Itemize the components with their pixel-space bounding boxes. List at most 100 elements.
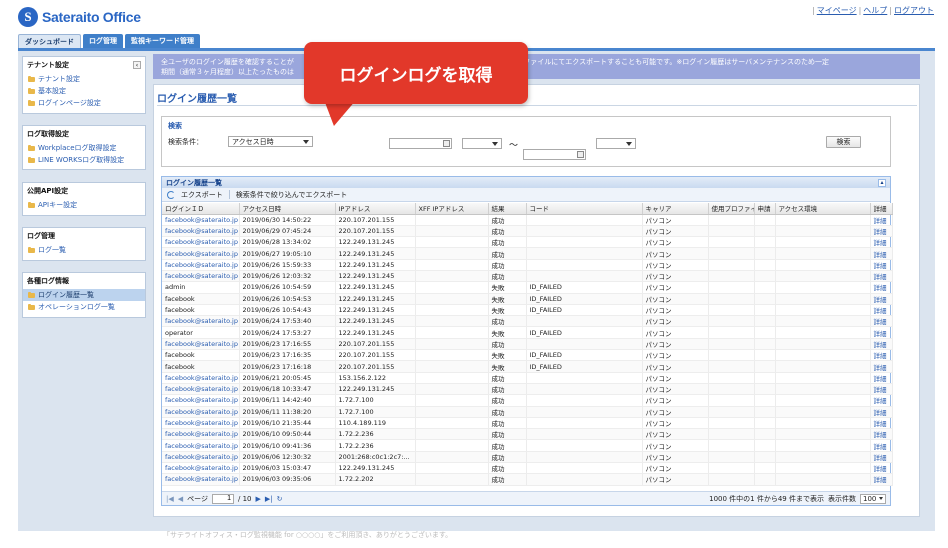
detail-link[interactable]: 詳細: [870, 383, 893, 396]
column-header-carrier[interactable]: キャリア: [642, 203, 709, 215]
detail-link[interactable]: 詳細: [870, 326, 893, 339]
access-time-cell: 2019/06/24 17:53:40: [239, 315, 336, 328]
search-condition-select[interactable]: アクセス日時: [228, 136, 313, 147]
detail-link[interactable]: 詳細: [870, 462, 893, 475]
per-page-select[interactable]: 100: [860, 493, 886, 504]
column-header-request[interactable]: 申請: [754, 203, 776, 215]
ip-cell: 122.249.131.245: [335, 315, 416, 328]
next-page-icon[interactable]: ▶: [256, 495, 261, 503]
sidebar-item-operation-log[interactable]: オペレーションログ一覧: [23, 301, 145, 313]
mypage-link[interactable]: マイページ: [817, 6, 857, 15]
sidebar-item-basic-settings[interactable]: 基本設定: [23, 85, 145, 97]
table-row[interactable]: facebook 2019/06/23 17:16:35 220.107.201.1…: [162, 349, 893, 362]
detail-link[interactable]: 詳細: [870, 349, 893, 362]
xff-ip-cell: [415, 214, 489, 226]
search-button[interactable]: 検索: [826, 136, 861, 148]
detail-link[interactable]: 詳細: [870, 270, 893, 283]
detail-link[interactable]: 詳細: [870, 372, 893, 384]
table-row[interactable]: admin 2019/06/26 10:54:59 122.249.131.245 失…: [162, 281, 893, 294]
calendar-icon[interactable]: [443, 140, 450, 147]
detail-link[interactable]: 詳細: [870, 439, 893, 452]
column-header-access-time[interactable]: アクセス日時: [239, 203, 336, 215]
detail-link[interactable]: 詳細: [870, 360, 893, 373]
table-row[interactable]: facebook@sateraito.jp 2019/06/10 21:35:44…: [162, 417, 893, 430]
refresh-icon[interactable]: [167, 190, 175, 199]
help-link[interactable]: ヘルプ: [863, 6, 887, 15]
sidebar-item-tenant-settings[interactable]: テナント設定: [23, 73, 145, 85]
column-header-environment[interactable]: アクセス環境: [775, 203, 871, 215]
sidebar-item-login-history[interactable]: ログイン履歴一覧: [23, 289, 145, 301]
table-row[interactable]: facebook@sateraito.jp 2019/06/23 17:16:55…: [162, 338, 893, 351]
table-row[interactable]: facebook@sateraito.jp 2019/06/11 11:38:20…: [162, 406, 893, 418]
sidebar-item-lineworks-log[interactable]: LINE WORKSログ取得設定: [23, 154, 145, 166]
tab-log-management[interactable]: ログ管理: [83, 34, 123, 48]
detail-link[interactable]: 詳細: [870, 417, 893, 430]
export-button[interactable]: エクスポート: [181, 190, 223, 200]
detail-link[interactable]: 詳細: [870, 214, 893, 226]
table-row[interactable]: facebook@sateraito.jp 2019/06/10 09:41:36…: [162, 439, 893, 452]
sidebar-item-workplace-log[interactable]: Workplaceログ取得設定: [23, 142, 145, 154]
detail-link[interactable]: 詳細: [870, 428, 893, 441]
table-row[interactable]: facebook 2019/06/26 10:54:53 122.249.131.2…: [162, 293, 893, 305]
date-to-input[interactable]: [523, 149, 586, 160]
column-header-detail[interactable]: 詳細: [870, 203, 893, 215]
detail-link[interactable]: 詳細: [870, 281, 893, 294]
detail-link[interactable]: 詳細: [870, 247, 893, 260]
column-header-login-id[interactable]: ログインＩＤ: [162, 203, 240, 215]
table-row[interactable]: facebook@sateraito.jp 2019/06/30 14:50:22…: [162, 214, 893, 226]
table-row[interactable]: facebook@sateraito.jp 2019/06/06 12:30:32…: [162, 451, 893, 464]
logout-link[interactable]: ログアウト: [894, 6, 934, 15]
sidebar-item-log-list[interactable]: ログ一覧: [23, 244, 145, 256]
ip-cell: 2001:268:c0c1:2c7:...: [335, 451, 416, 464]
first-page-icon[interactable]: |◀: [166, 495, 174, 503]
tab-dashboard[interactable]: ダッシュボード: [18, 34, 81, 48]
sidebar-section-title: 各種ログ情報: [27, 277, 69, 285]
table-row[interactable]: facebook 2019/06/23 17:16:18 220.107.201.1…: [162, 360, 893, 373]
calendar-icon[interactable]: [577, 151, 584, 158]
table-row[interactable]: facebook@sateraito.jp 2019/06/11 14:42:40…: [162, 394, 893, 407]
detail-link[interactable]: 詳細: [870, 259, 893, 271]
time-to-select[interactable]: [596, 138, 636, 149]
column-header-profile[interactable]: 使用プロファイル: [708, 203, 755, 215]
last-page-icon[interactable]: ▶|: [265, 495, 273, 503]
detail-link[interactable]: 詳細: [870, 236, 893, 249]
table-row[interactable]: facebook@sateraito.jp 2019/06/18 10:33:47…: [162, 383, 893, 396]
sidebar-item-login-page-settings[interactable]: ログインページ設定: [23, 97, 145, 109]
reload-icon[interactable]: ↻: [277, 495, 283, 503]
column-header-result[interactable]: 結果: [488, 203, 527, 215]
table-row[interactable]: facebook@sateraito.jp 2019/06/10 09:50:44…: [162, 428, 893, 441]
column-header-xff-ip[interactable]: XFF IPアドレス: [415, 203, 489, 215]
detail-link[interactable]: 詳細: [870, 406, 893, 418]
table-row[interactable]: operator 2019/06/24 17:53:27 122.249.131.2…: [162, 326, 893, 339]
table-row[interactable]: facebook@sateraito.jp 2019/06/29 07:45:24…: [162, 225, 893, 238]
table-row[interactable]: facebook@sateraito.jp 2019/06/03 09:35:06…: [162, 473, 893, 486]
table-row[interactable]: facebook@sateraito.jp 2019/06/26 15:59:33…: [162, 259, 893, 271]
table-row[interactable]: facebook 2019/06/26 10:54:43 122.249.131.2…: [162, 304, 893, 317]
detail-link[interactable]: 詳細: [870, 451, 893, 464]
detail-link[interactable]: 詳細: [870, 338, 893, 351]
column-header-ip[interactable]: IPアドレス: [335, 203, 416, 215]
table-row[interactable]: facebook@sateraito.jp 2019/06/27 19:05:10…: [162, 247, 893, 260]
detail-link[interactable]: 詳細: [870, 473, 893, 486]
table-row[interactable]: facebook@sateraito.jp 2019/06/03 15:03:47…: [162, 462, 893, 475]
tab-keyword-management[interactable]: 監視キーワード管理: [125, 34, 200, 48]
detail-link[interactable]: 詳細: [870, 315, 893, 328]
prev-page-icon[interactable]: ◀: [178, 495, 183, 503]
table-row[interactable]: facebook@sateraito.jp 2019/06/28 13:34:02…: [162, 236, 893, 249]
page-number-input[interactable]: [212, 493, 235, 504]
table-row[interactable]: facebook@sateraito.jp 2019/06/24 17:53:40…: [162, 315, 893, 328]
collapse-sidebar-button[interactable]: ‹: [133, 61, 141, 69]
collapse-grid-button[interactable]: ▴: [878, 178, 886, 187]
column-header-code[interactable]: コード: [526, 203, 643, 215]
ip-cell: 122.249.131.245: [335, 304, 416, 317]
detail-link[interactable]: 詳細: [870, 293, 893, 305]
detail-link[interactable]: 詳細: [870, 225, 893, 238]
sidebar-item-api-key[interactable]: APIキー設定: [23, 199, 145, 211]
date-from-input[interactable]: [389, 138, 452, 149]
detail-link[interactable]: 詳細: [870, 394, 893, 407]
detail-link[interactable]: 詳細: [870, 304, 893, 317]
time-from-select[interactable]: [462, 138, 502, 149]
filtered-export-button[interactable]: 検索条件で絞り込んでエクスポート: [236, 190, 347, 200]
table-row[interactable]: facebook@sateraito.jp 2019/06/26 12:03:32…: [162, 270, 893, 283]
table-row[interactable]: facebook@sateraito.jp 2019/06/21 20:05:45…: [162, 372, 893, 384]
